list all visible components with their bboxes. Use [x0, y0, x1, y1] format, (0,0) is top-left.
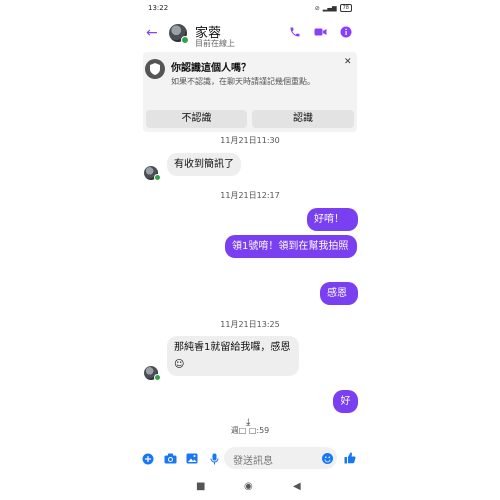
incoming-message[interactable]: 那純睿1就留給我囉，感恩☺: [167, 336, 299, 376]
shield-icon: [145, 59, 165, 79]
close-icon[interactable]: ✕: [344, 57, 352, 67]
online-status-dot: [154, 374, 161, 381]
message-timestamp: 11月21日12:17: [220, 191, 280, 200]
outgoing-message[interactable]: 領1號唷！領到在幫我拍照: [225, 235, 357, 258]
signal-icon: ▂▄▆: [322, 4, 337, 12]
battery-icon: 78: [339, 4, 352, 12]
phone-call-icon[interactable]: [288, 26, 302, 40]
back-arrow-icon[interactable]: ←: [146, 26, 158, 40]
online-status-dot: [154, 174, 161, 181]
mute-icon: ⊘: [314, 4, 320, 12]
accept-button[interactable]: 認識: [252, 110, 354, 128]
decline-button[interactable]: 不認識: [146, 110, 247, 128]
status-time: 13:22: [148, 4, 169, 12]
identity-card-text: 如果不認識，在聊天時請謹記幾個重點。: [171, 77, 315, 86]
emoji-icon[interactable]: [322, 453, 333, 464]
info-icon[interactable]: [339, 26, 353, 40]
incoming-message[interactable]: 有收到簡訊了: [167, 153, 241, 176]
image-icon[interactable]: [185, 453, 199, 467]
outgoing-message[interactable]: 好唷！: [307, 208, 358, 231]
message-timestamp: 週□ □:59: [230, 426, 270, 435]
chat-screen: 13:22 ⊘ ▂▄▆ 78 ← 家蓉 目前在線上 你認識這個人嗎？ ✕ 如果不…: [138, 0, 362, 500]
nav-home-icon[interactable]: ◉: [244, 481, 253, 492]
plus-icon[interactable]: [141, 453, 155, 467]
online-status-dot: [181, 36, 189, 44]
nav-recents-icon[interactable]: ■: [196, 481, 205, 492]
status-icons: ⊘ ▂▄▆ 78: [315, 4, 352, 12]
identity-card-title: 你認識這個人嗎？: [171, 63, 251, 74]
video-call-icon[interactable]: [313, 26, 327, 40]
thumbs-up-icon[interactable]: [343, 452, 357, 466]
presence-status: 目前在線上: [195, 39, 235, 48]
message-timestamp: 11月21日13:25: [220, 320, 280, 329]
outgoing-message[interactable]: 感恩: [320, 282, 358, 305]
message-timestamp: 11月21日11:30: [220, 136, 280, 145]
nav-back-icon[interactable]: ◀: [293, 481, 301, 492]
microphone-icon[interactable]: [207, 453, 221, 467]
camera-icon[interactable]: [163, 453, 177, 467]
message-input-placeholder: 發送訊息: [233, 456, 273, 467]
outgoing-message[interactable]: 好: [333, 390, 358, 413]
